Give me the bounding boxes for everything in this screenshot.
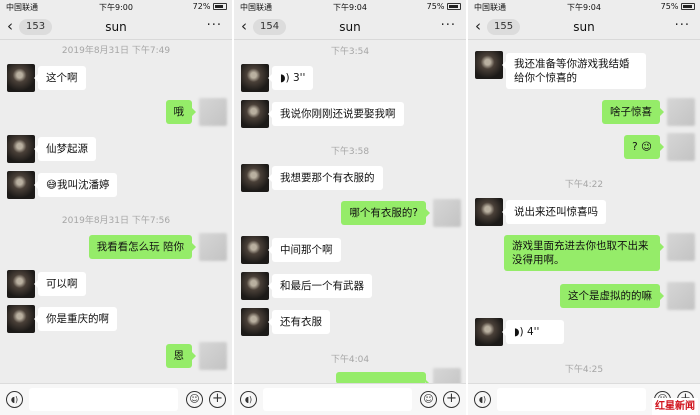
plus-icon[interactable]: + bbox=[209, 391, 226, 408]
battery-percent: 75% bbox=[426, 2, 445, 11]
message-bubble[interactable]: 😅我叫沈潘婷 bbox=[33, 173, 118, 197]
emoji-icon[interactable]: ☺ bbox=[420, 391, 437, 408]
contact-avatar[interactable] bbox=[241, 272, 269, 300]
message-bubble[interactable]: 和最后一个有武器 bbox=[268, 274, 372, 298]
message-bubble[interactable]: 仙梦起源 bbox=[34, 137, 96, 161]
message-bubble[interactable]: ? 😉 bbox=[624, 135, 664, 159]
my-avatar[interactable] bbox=[199, 98, 227, 126]
status-bar: 中国联通 下午9:00 72% bbox=[0, 0, 232, 13]
message-input[interactable] bbox=[263, 388, 412, 411]
contact-avatar[interactable] bbox=[241, 308, 269, 336]
input-bar: ◖) ☺ + bbox=[0, 383, 232, 415]
chat-screen-1: 中国联通 下午9:00 72% ‹ 153 sun ··· 2019年8月31日… bbox=[0, 0, 232, 415]
contact-avatar[interactable] bbox=[7, 135, 35, 163]
message-bubble[interactable]: 中间那个啊 bbox=[268, 238, 341, 262]
battery-percent: 72% bbox=[192, 2, 211, 11]
timestamp: 下午3:54 bbox=[330, 47, 370, 57]
chat-screen-2: 中国联通 下午9:04 75% ‹ 154 sun ··· 下午3:54 ◗) … bbox=[234, 0, 466, 415]
voice-icon[interactable]: ◖) bbox=[6, 391, 23, 408]
timestamp: 2019年8月31日 下午7:49 bbox=[61, 46, 171, 56]
voice-icon: ◗) bbox=[280, 72, 290, 84]
battery-icon bbox=[681, 3, 695, 10]
message-bubble[interactable]: 恩 bbox=[165, 344, 196, 368]
input-bar: ◖) ☺ + bbox=[234, 383, 466, 415]
message-bubble[interactable]: 还有衣服 bbox=[268, 310, 330, 334]
status-bar: 中国联通 下午9:04 75% bbox=[234, 0, 466, 13]
battery-percent: 75% bbox=[660, 2, 679, 11]
my-avatar[interactable] bbox=[667, 133, 695, 161]
my-avatar[interactable] bbox=[199, 342, 227, 370]
watermark-logo: 红星新闻 bbox=[652, 398, 698, 415]
chat-title: sun bbox=[339, 20, 361, 34]
contact-avatar[interactable] bbox=[7, 171, 35, 199]
battery-icon bbox=[213, 3, 227, 10]
message-bubble[interactable]: 说出来还叫惊喜吗 bbox=[502, 200, 606, 224]
my-avatar[interactable] bbox=[667, 233, 695, 261]
battery-indicator: 72% bbox=[193, 2, 227, 11]
status-bar: 中国联通 下午9:04 75% bbox=[468, 0, 700, 13]
voice-message-bubble[interactable]: ◗) 4'' bbox=[502, 320, 564, 344]
message-bubble[interactable]: 游戏里面充进去你也取不出来没得用啊。 bbox=[504, 235, 664, 271]
chat-screen-3: 中国联通 下午9:04 75% ‹ 155 sun ··· 我还准备等你游戏我结… bbox=[468, 0, 700, 415]
contact-avatar[interactable] bbox=[241, 100, 269, 128]
contact-avatar[interactable] bbox=[475, 51, 503, 79]
voice-icon: ◗) bbox=[514, 326, 524, 338]
message-text: ? bbox=[632, 141, 638, 153]
message-bubble[interactable]: 这个啊 bbox=[34, 66, 86, 90]
timestamp: 下午3:58 bbox=[330, 147, 370, 157]
battery-indicator: 75% bbox=[661, 2, 695, 11]
voice-icon[interactable]: ◖) bbox=[240, 391, 257, 408]
emoji-icon: 😅 bbox=[46, 179, 57, 191]
timestamp: 下午4:04 bbox=[330, 355, 370, 365]
emoji-icon[interactable]: ☺ bbox=[186, 391, 203, 408]
message-bubble[interactable]: 你是重庆的啊 bbox=[34, 307, 117, 331]
more-dots-icon[interactable]: ··· bbox=[207, 18, 222, 33]
message-input[interactable] bbox=[497, 388, 646, 411]
message-bubble[interactable]: 我还准备等你游戏我结婚给你个惊喜的 bbox=[502, 53, 646, 89]
message-bubble[interactable]: 哦 bbox=[165, 100, 196, 124]
message-bubble[interactable]: 这个是虚拟的的嘛 bbox=[560, 284, 664, 308]
battery-icon bbox=[447, 3, 461, 10]
voice-message-bubble[interactable]: ◗) 3'' bbox=[267, 66, 314, 90]
message-bubble[interactable]: 可以啊 bbox=[34, 272, 86, 296]
message-input[interactable] bbox=[29, 388, 178, 411]
timestamp: 2019年8月31日 下午7:56 bbox=[61, 216, 171, 226]
message-text: 我叫沈潘婷 bbox=[56, 179, 110, 191]
contact-avatar[interactable] bbox=[241, 236, 269, 264]
chat-title: sun bbox=[573, 20, 595, 34]
contact-avatar[interactable] bbox=[475, 318, 503, 346]
more-dots-icon[interactable]: ··· bbox=[441, 18, 456, 33]
message-bubble[interactable]: 哪个有衣服的? bbox=[341, 201, 430, 225]
voice-duration: 4'' bbox=[526, 326, 540, 338]
more-dots-icon[interactable]: ··· bbox=[675, 18, 690, 33]
chat-header: ‹ 155 sun ··· bbox=[468, 14, 700, 40]
message-bubble[interactable]: 我看看怎么玩 陪你 bbox=[88, 235, 197, 259]
plus-icon[interactable]: + bbox=[443, 391, 460, 408]
contact-avatar[interactable] bbox=[7, 64, 35, 92]
contact-avatar[interactable] bbox=[7, 270, 35, 298]
battery-indicator: 75% bbox=[427, 2, 461, 11]
contact-avatar[interactable] bbox=[7, 305, 35, 333]
contact-avatar[interactable] bbox=[241, 64, 269, 92]
chat-header: ‹ 153 sun ··· bbox=[0, 14, 232, 40]
my-avatar[interactable] bbox=[667, 282, 695, 310]
chat-header: ‹ 154 sun ··· bbox=[234, 14, 466, 40]
my-avatar[interactable] bbox=[199, 233, 227, 261]
my-avatar[interactable] bbox=[433, 199, 461, 227]
message-bubble[interactable]: 我说你刚刚还说要娶我啊 bbox=[268, 102, 404, 126]
voice-duration: 3'' bbox=[292, 72, 306, 84]
timestamp: 下午4:22 bbox=[564, 180, 604, 190]
message-bubble[interactable]: 我想要那个有衣服的 bbox=[268, 166, 383, 190]
chat-title: sun bbox=[105, 20, 127, 34]
contact-avatar[interactable] bbox=[475, 198, 503, 226]
voice-icon[interactable]: ◖) bbox=[474, 391, 491, 408]
message-bubble[interactable]: 啥子惊喜 bbox=[602, 100, 664, 124]
my-avatar[interactable] bbox=[667, 98, 695, 126]
timestamp: 下午4:25 bbox=[564, 365, 604, 375]
contact-avatar[interactable] bbox=[241, 164, 269, 192]
emoji-icon: 😉 bbox=[641, 141, 652, 153]
